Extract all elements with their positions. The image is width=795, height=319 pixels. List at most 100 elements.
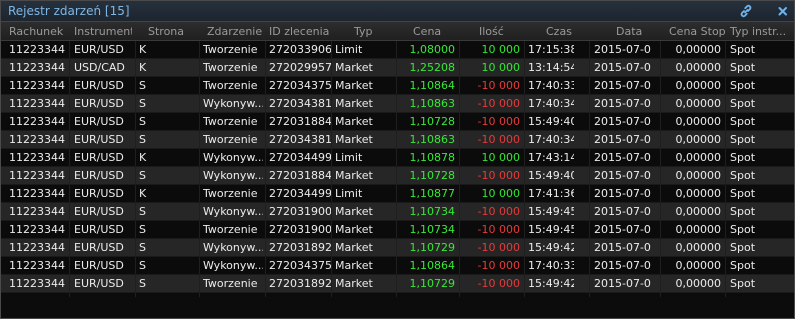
- table-row[interactable]: 11223344 EUR/USD S Tworzenie 272031892 Market…: [1, 275, 794, 293]
- cell-instrument-type: Spot: [730, 79, 756, 92]
- table-row[interactable]: 11223344 EUR/USD K Tworzenie 272033906 Limit 1…: [1, 41, 794, 59]
- column-separator: [459, 221, 460, 238]
- column-separator: [135, 257, 136, 274]
- cell-account: 11223344: [9, 259, 65, 272]
- column-separator: [69, 77, 70, 94]
- column-header-side[interactable]: Strona: [148, 25, 198, 38]
- title-bar: Rejestr zdarzeń [15]: [1, 1, 794, 22]
- close-icon[interactable]: [775, 3, 791, 19]
- column-separator: [135, 77, 136, 94]
- column-header-type[interactable]: Typ: [354, 25, 394, 38]
- column-header-order-id[interactable]: ID zlecenia: [269, 25, 331, 38]
- cell-type: Market: [335, 259, 373, 272]
- column-separator: [725, 59, 726, 76]
- column-separator: [725, 95, 726, 112]
- cell-time: 17:40:33: [528, 79, 574, 92]
- cell-price: 1,25208: [409, 61, 456, 74]
- cell-instrument-type: Spot: [730, 241, 756, 254]
- column-separator: [725, 239, 726, 256]
- table-row[interactable]: 11223344 EUR/USD S Wykonyw... 272031892 Marke…: [1, 239, 794, 257]
- column-header-quantity[interactable]: Ilość: [479, 25, 521, 38]
- cell-time: 15:49:42: [528, 241, 574, 254]
- column-separator: [265, 95, 266, 112]
- cell-stop-price: 0,00000: [675, 61, 722, 74]
- column-separator: [199, 167, 200, 184]
- column-separator: [199, 131, 200, 148]
- column-separator: [524, 167, 525, 184]
- column-separator: [396, 131, 397, 148]
- cell-event: Wykonyw...: [203, 241, 263, 254]
- column-separator: [589, 41, 590, 58]
- column-separator: [524, 41, 525, 58]
- column-separator: [459, 59, 460, 76]
- column-header-time[interactable]: Czas: [546, 25, 588, 38]
- cell-type: Limit: [335, 43, 363, 56]
- column-separator: [265, 131, 266, 148]
- column-separator: [396, 77, 397, 94]
- cell-type: Market: [335, 115, 373, 128]
- table-row[interactable]: 11223344 EUR/USD S Wykonyw... 272034375 Marke…: [1, 257, 794, 275]
- table-row[interactable]: 11223344 EUR/USD S Tworzenie 272034381 Market…: [1, 131, 794, 149]
- column-separator: [135, 221, 136, 238]
- cell-side: S: [139, 259, 146, 272]
- cell-account: 11223344: [9, 79, 65, 92]
- table-row[interactable]: 11223344 EUR/USD S Tworzenie 272031884 Market…: [1, 113, 794, 131]
- cell-type: Limit: [335, 187, 363, 200]
- column-header-price[interactable]: Cena: [413, 25, 455, 38]
- column-separator: [589, 77, 590, 94]
- cell-price: 1,08000: [409, 43, 456, 56]
- column-separator: [589, 203, 590, 220]
- table-row[interactable]: 11223344 EUR/USD K Wykonyw... 272034499 Limit…: [1, 149, 794, 167]
- column-header-instrument[interactable]: Instrument: [74, 25, 132, 38]
- cell-date: 2015-07-01: [594, 187, 652, 200]
- column-separator: [135, 59, 136, 76]
- table-row[interactable]: 11223344 EUR/USD S Wykonyw... 272031900 Marke…: [1, 203, 794, 221]
- cell-quantity: 10 000: [481, 151, 521, 164]
- cell-side: S: [139, 241, 146, 254]
- event-log-window: Rejestr zdarzeń [15] Rachunek Instrument…: [0, 0, 795, 319]
- table-row[interactable]: 11223344 EUR/USD K Tworzenie 272034499 Limit 1…: [1, 185, 794, 203]
- column-header-instrument-type[interactable]: Typ instr...: [730, 25, 790, 38]
- cell-price: 1,10728: [409, 169, 456, 182]
- cell-event: Wykonyw...: [203, 169, 263, 182]
- column-separator: [524, 203, 525, 220]
- column-separator: [459, 275, 460, 292]
- cell-event: Wykonyw...: [203, 259, 263, 272]
- column-separator: [69, 149, 70, 166]
- column-separator: [199, 113, 200, 130]
- cell-date: 2015-07-01: [594, 97, 652, 110]
- column-separator: [331, 221, 332, 238]
- cell-type: Market: [335, 61, 373, 74]
- cell-instrument-type: Spot: [730, 187, 756, 200]
- cell-order-id: 272031892: [269, 277, 331, 290]
- table-row[interactable]: 11223344 EUR/USD S Wykonyw... 272031884 Marke…: [1, 167, 794, 185]
- column-separator: [589, 59, 590, 76]
- column-header-date[interactable]: Data: [616, 25, 658, 38]
- column-separator: [265, 59, 266, 76]
- cell-order-id: 272033906: [269, 43, 331, 56]
- table-row[interactable]: 11223344 EUR/USD S Tworzenie 272034375 Market…: [1, 77, 794, 95]
- table-row[interactable]: 11223344 EUR/USD S Wykonyw... 272034381 Marke…: [1, 95, 794, 113]
- cell-time: 17:40:34: [528, 133, 574, 146]
- column-separator: [69, 185, 70, 202]
- column-separator: [589, 185, 590, 202]
- cell-type: Market: [335, 223, 373, 236]
- column-separator: [660, 113, 661, 130]
- column-header-event[interactable]: Zdarzenie: [207, 25, 265, 38]
- cell-stop-price: 0,00000: [675, 151, 722, 164]
- cell-side: S: [139, 115, 146, 128]
- cell-type: Market: [335, 133, 373, 146]
- column-header-account[interactable]: Rachunek: [9, 25, 67, 38]
- cell-account: 11223344: [9, 223, 65, 236]
- column-separator: [396, 59, 397, 76]
- column-separator: [331, 275, 332, 292]
- table-row[interactable]: 11223344 EUR/USD S Tworzenie 272031900 Market…: [1, 221, 794, 239]
- link-icon[interactable]: [738, 3, 754, 19]
- column-separator: [459, 257, 460, 274]
- column-separator: [135, 239, 136, 256]
- table-row[interactable]: 11223344 USD/CAD K Tworzenie 272029957 Market…: [1, 59, 794, 77]
- column-header-stop-price[interactable]: Cena Stop: [669, 25, 725, 38]
- cell-date: 2015-07-01: [594, 205, 652, 218]
- column-separator: [265, 239, 266, 256]
- cell-event: Wykonyw...: [203, 151, 263, 164]
